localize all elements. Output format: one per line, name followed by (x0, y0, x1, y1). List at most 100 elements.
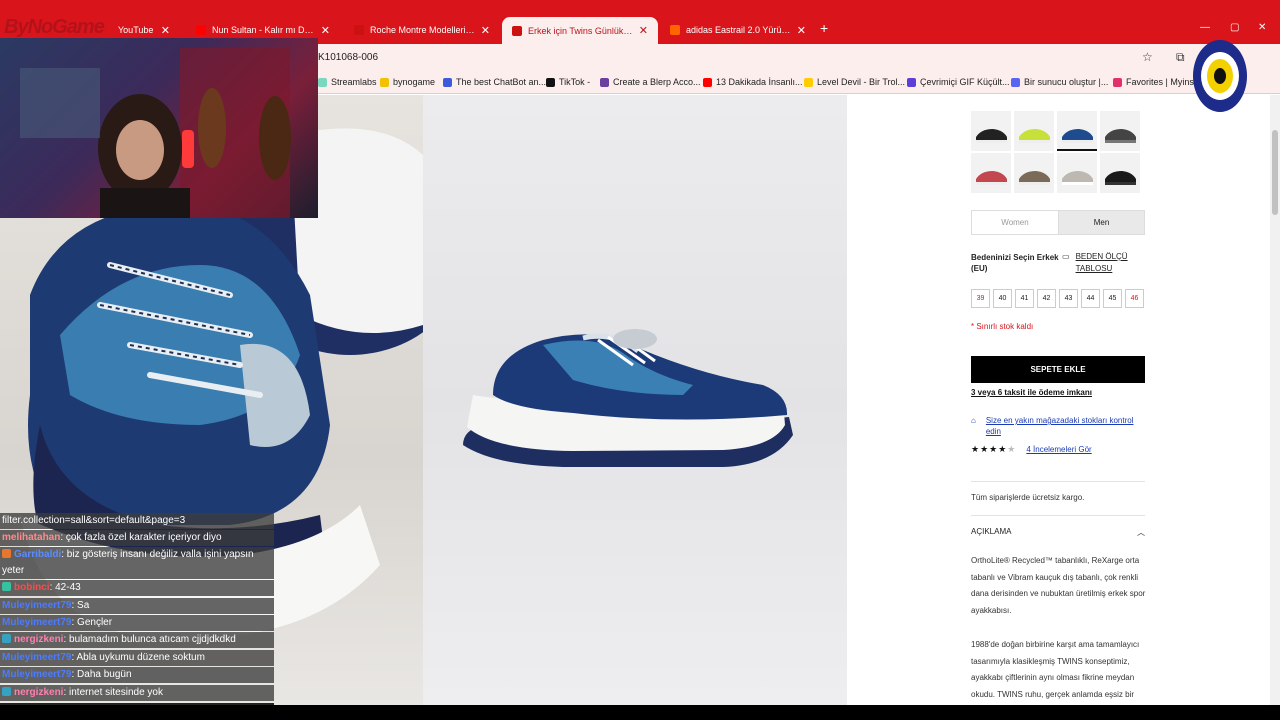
gender-men-button[interactable]: Men (1058, 210, 1145, 235)
reviews-link[interactable]: 4 İncelemeleri Gör (1026, 445, 1091, 454)
evil-eye-graphic (1201, 52, 1239, 100)
description-toggle[interactable]: AÇIKLAMA ︿ (971, 527, 1145, 538)
size-option[interactable]: 39 (971, 289, 990, 308)
size-option[interactable]: 42 (1037, 289, 1056, 308)
instagram-icon (1113, 77, 1122, 87)
tab-label: YouTube (118, 25, 154, 35)
star-rating-icon: ★★★★★ (971, 444, 1017, 454)
bookmark-label: 13 Dakikada İnsanlı... (716, 77, 803, 87)
close-icon[interactable]: ✕ (321, 24, 330, 37)
size-guide-label: BEDEN ÖLÇÜ TABLOSU (1075, 252, 1128, 273)
shoe-thumb-icon (1105, 171, 1136, 185)
minimize-button[interactable]: — (1200, 22, 1210, 33)
description-paragraph: OrthoLite® Recycled™ tabanlıklı, ReXarge… (971, 556, 1146, 615)
tiktok-icon (546, 77, 555, 87)
add-to-cart-button[interactable]: SEPETE EKLE (971, 356, 1145, 383)
stock-warning: * Sınırlı stok kaldı (971, 322, 1034, 331)
color-swatch[interactable] (1014, 111, 1054, 151)
installment-link[interactable]: 3 veya 6 taksit ile ödeme imkanı (971, 388, 1092, 397)
shoe-thumb-icon (976, 171, 1007, 185)
size-guide-link[interactable]: ▭ BEDEN ÖLÇÜ TABLOSU (1062, 251, 1128, 275)
chat-message: Muleyimeert79: Sa (0, 598, 274, 614)
new-tab-button[interactable]: + (820, 20, 828, 36)
free-shipping-text: Tüm siparişlerde ücretsiz kargo. (971, 493, 1085, 502)
bookmark-gif[interactable]: Çevrimiçi GIF Küçült... (907, 77, 1010, 87)
close-icon[interactable]: ✕ (161, 24, 170, 37)
chatbot-icon (443, 77, 452, 87)
url-field[interactable]: K101068-006 (318, 52, 378, 63)
chat-text: : Abla uykumu düzene soktum (71, 652, 205, 663)
shoe-thumb-icon (1062, 171, 1093, 185)
tab-twins-active[interactable]: Erkek için Twins Günlük Ayakkab ✕ (502, 17, 658, 44)
badge-icon (2, 687, 11, 696)
youtube-icon (196, 25, 206, 35)
bookmark-streamlabs[interactable]: Streamlabs (318, 77, 377, 87)
shoe-thumb-icon (1019, 129, 1050, 143)
shoe-thumb-icon (1019, 171, 1050, 185)
chat-user: melihatahan (2, 532, 61, 543)
product-image-side[interactable] (423, 95, 847, 705)
size-option[interactable]: 46 (1125, 289, 1144, 308)
webcam-overlay (0, 38, 318, 218)
maximize-button[interactable]: ▢ (1230, 22, 1239, 33)
tab-roche-montre[interactable]: Roche Montre Modelleri - Saat ✕ (344, 18, 500, 42)
chat-user: Muleyimeert79 (2, 617, 72, 628)
gender-women-button[interactable]: Women (971, 210, 1059, 235)
size-option[interactable]: 44 (1081, 289, 1100, 308)
size-option[interactable]: 43 (1059, 289, 1078, 308)
divider (971, 515, 1145, 516)
close-icon[interactable]: ✕ (639, 24, 648, 37)
bookmark-blerp[interactable]: Create a Blerp Acco... (600, 77, 701, 87)
scrollbar-thumb[interactable] (1272, 130, 1278, 215)
rating-row: ★★★★★ 4 İncelemeleri Gör (971, 444, 1092, 455)
chat-message: melihatahan: çok fazla özel karakter içe… (0, 530, 274, 546)
color-swatch[interactable] (971, 153, 1011, 193)
bookmark-label: The best ChatBot an... (456, 77, 547, 87)
badge-icon (2, 582, 11, 591)
bookmark-tiktok[interactable]: TikTok - (546, 77, 590, 87)
badge-icon (2, 549, 11, 558)
bookmark-youtube-video[interactable]: 13 Dakikada İnsanlı... (703, 77, 803, 87)
close-icon[interactable]: ✕ (481, 24, 490, 37)
level-devil-icon (804, 77, 813, 87)
chat-text: : internet sitesinde yok (63, 687, 163, 698)
chat-message: Muleyimeert79: Abla uykumu düzene soktum (0, 650, 274, 666)
chat-user: nergizkeni (14, 687, 64, 698)
bookmark-chatbot[interactable]: The best ChatBot an... (443, 77, 546, 87)
shoe-thumb-icon (976, 129, 1007, 143)
shoe-thumb-icon (1062, 129, 1093, 143)
chat-text: : çok fazla özel karakter içeriyor diyo (60, 532, 222, 543)
size-option[interactable]: 41 (1015, 289, 1034, 308)
color-swatch-selected[interactable] (1057, 111, 1097, 151)
bookmark-bynogame[interactable]: bynogame (380, 77, 435, 87)
size-option[interactable]: 45 (1103, 289, 1122, 308)
discord-icon (1011, 77, 1020, 87)
size-option[interactable]: 40 (993, 289, 1012, 308)
chat-user: bobinci (14, 582, 50, 593)
channel-watermark: ByNoGame (4, 16, 105, 38)
chat-user: Muleyimeert79 (2, 669, 72, 680)
size-title: Bedeninizi Seçin Erkek (EU) (971, 253, 1059, 273)
color-swatch[interactable] (1014, 153, 1054, 193)
bookmark-level-devil[interactable]: Level Devil - Bir Trol... (804, 77, 905, 87)
chat-user: Garribaldi (14, 549, 62, 560)
bookmark-label: Çevrimiçi GIF Küçült... (920, 77, 1010, 87)
bookmark-star-icon[interactable]: ☆ (1142, 50, 1153, 64)
chat-text: : Sa (71, 600, 90, 611)
close-window-button[interactable]: ✕ (1258, 22, 1266, 33)
extensions-icon[interactable]: ⧉ (1176, 50, 1185, 65)
chat-text: : 42-43 (49, 582, 81, 593)
store-stock-link[interactable]: ⌂ Size en yakın mağazadaki stokları kont… (971, 415, 1145, 437)
close-icon[interactable]: ✕ (797, 24, 806, 37)
color-swatch[interactable] (1057, 153, 1097, 193)
color-swatch[interactable] (971, 111, 1011, 151)
chat-message: nergizkeni: internet sitesinde yok (0, 685, 274, 701)
color-swatch[interactable] (1100, 111, 1140, 151)
color-swatch[interactable] (1100, 153, 1140, 193)
blerp-icon (600, 77, 609, 87)
tab-adidas[interactable]: adidas Eastrail 2.0 Yürüyüş Ayak ✕ (660, 18, 816, 42)
tab-label: Roche Montre Modelleri - Saat (370, 25, 475, 35)
chat-message: nergizkeni: bulamadım bulunca atıcam cjj… (0, 632, 274, 648)
bookmark-discord[interactable]: Bir sunucu oluştur |... (1011, 77, 1108, 87)
tab-label: Nun Sultan - Kalır mı Dersin - Y (212, 25, 315, 35)
